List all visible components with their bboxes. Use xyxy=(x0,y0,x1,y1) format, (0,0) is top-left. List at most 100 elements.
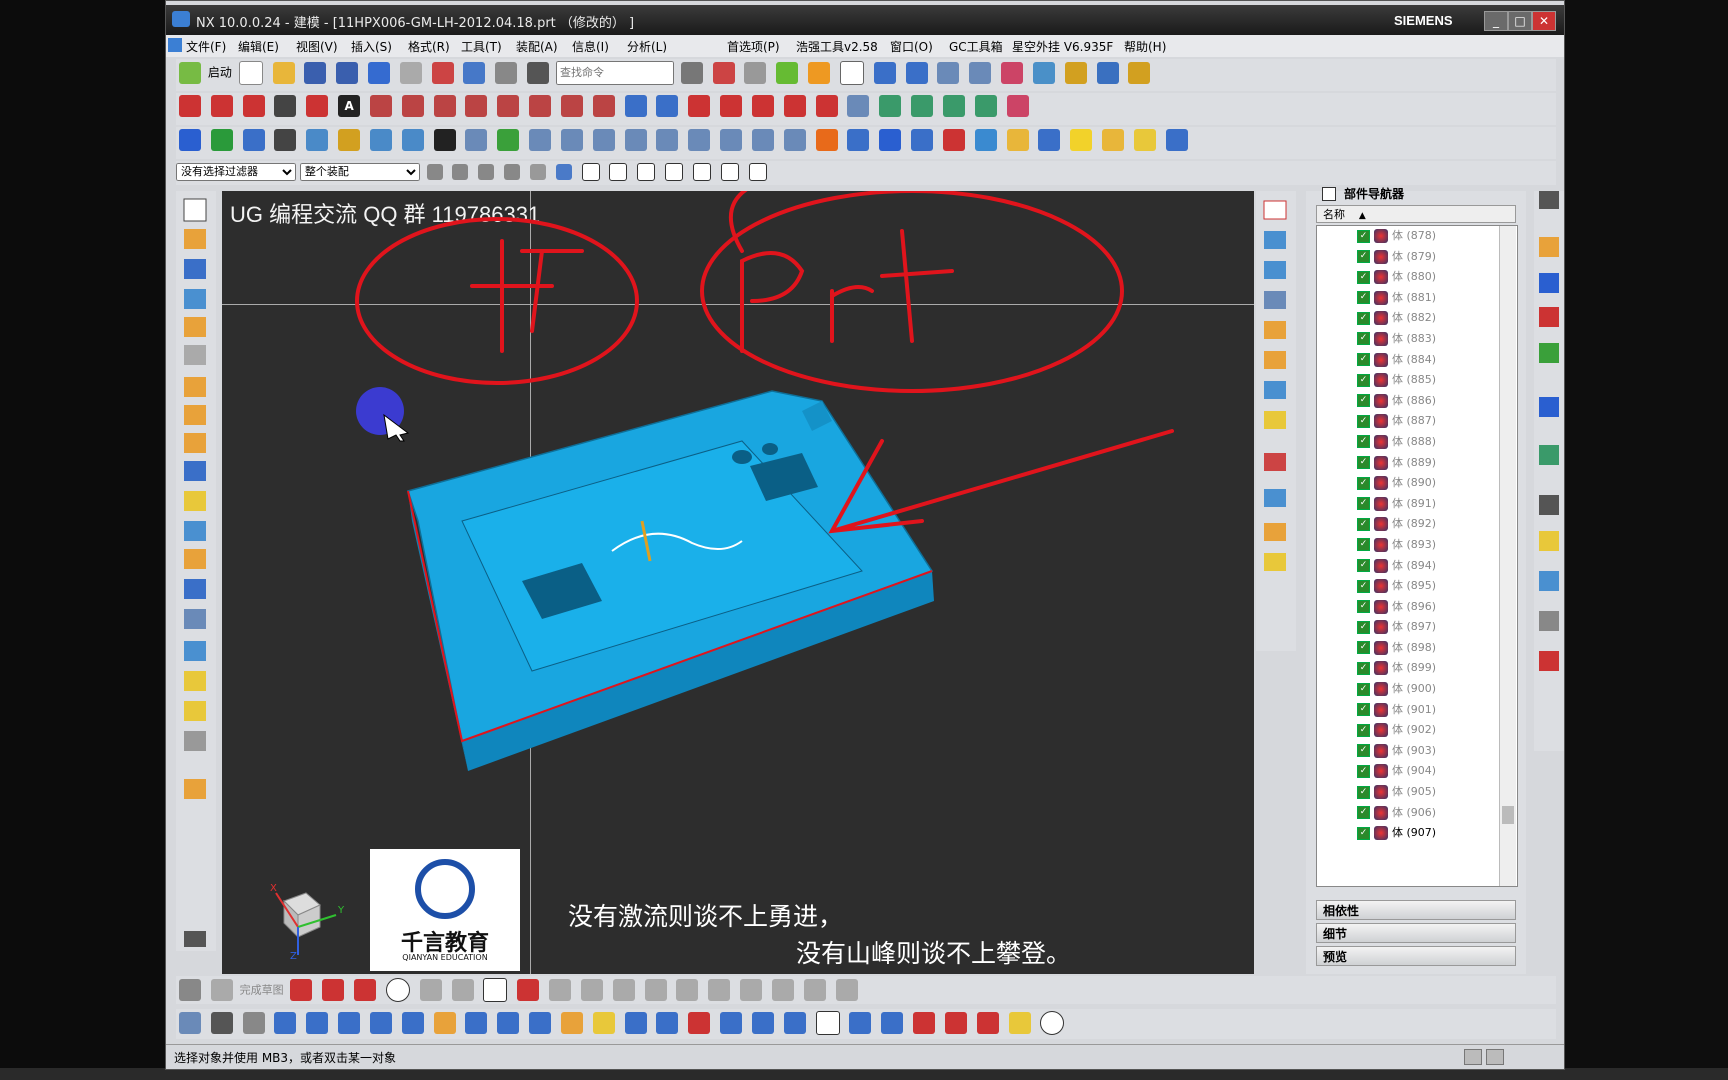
menu-plugin-tools[interactable]: 浩强工具v2.58 xyxy=(796,38,878,55)
fit-icon[interactable] xyxy=(712,62,735,84)
visibility-checkbox-icon[interactable]: ✓ xyxy=(1357,806,1370,820)
feat-r-icon[interactable] xyxy=(783,1012,806,1034)
visibility-checkbox-icon[interactable]: ✓ xyxy=(1357,291,1370,305)
tool-n-icon[interactable] xyxy=(751,129,774,151)
arrow-right-icon[interactable] xyxy=(306,1012,329,1034)
navigator-tree[interactable]: ✓ 体 (878) ✓ 体 (879) ✓ 体 (880) ✓ 体 (881) ✓ 体 (882)… xyxy=(1316,225,1518,887)
panel-dependencies[interactable]: 相依性 xyxy=(1316,900,1516,920)
tool-f-icon[interactable] xyxy=(465,129,488,151)
feat-z-icon[interactable] xyxy=(1040,1011,1065,1035)
sketch-polyline-icon[interactable] xyxy=(517,979,540,1001)
scroll-thumb[interactable] xyxy=(1502,806,1514,824)
open-icon[interactable] xyxy=(272,62,295,84)
visibility-checkbox-icon[interactable]: ✓ xyxy=(1357,414,1370,428)
screen-icon[interactable] xyxy=(1038,129,1061,151)
close-button[interactable]: ✕ xyxy=(1532,11,1556,31)
profile-icon[interactable] xyxy=(290,979,313,1001)
tool-b-icon[interactable] xyxy=(338,129,361,151)
surface5-icon[interactable] xyxy=(974,95,997,117)
section-icon[interactable] xyxy=(592,95,615,117)
navigator-row[interactable]: ✓ 体 (906) xyxy=(1317,803,1517,824)
feat-c-icon[interactable] xyxy=(242,1012,265,1034)
feat-h-icon[interactable] xyxy=(465,1012,488,1034)
feat-j-icon[interactable] xyxy=(529,1012,552,1034)
menu-gc-toolbox[interactable]: GC工具箱 xyxy=(949,38,1003,55)
extract-icon[interactable] xyxy=(529,95,552,117)
tool-p-icon[interactable] xyxy=(847,129,870,151)
divide-icon[interactable] xyxy=(720,95,743,117)
menu-tools[interactable]: 工具(T) xyxy=(461,38,502,55)
filter-a-icon[interactable] xyxy=(426,164,443,180)
navigator-pin-icon[interactable] xyxy=(1322,187,1336,201)
visibility-checkbox-icon[interactable]: ✓ xyxy=(1357,620,1370,634)
visibility-checkbox-icon[interactable]: ✓ xyxy=(1357,476,1370,490)
navigator-row[interactable]: ✓ 体 (894) xyxy=(1317,556,1517,577)
feat-a-icon[interactable] xyxy=(179,1012,201,1034)
tool-j-icon[interactable] xyxy=(624,129,647,151)
minimize-button[interactable]: _ xyxy=(1484,11,1508,31)
feat-o-icon[interactable] xyxy=(688,1012,711,1034)
feat-d-icon[interactable] xyxy=(338,1012,361,1034)
render-icon[interactable] xyxy=(744,62,767,84)
visibility-checkbox-icon[interactable]: ✓ xyxy=(1357,353,1370,367)
menu-info[interactable]: 信息(I) xyxy=(572,38,609,55)
book-icon[interactable] xyxy=(242,129,265,151)
navigator-row[interactable]: ✓ 体 (882) xyxy=(1317,308,1517,329)
feat-w-icon[interactable] xyxy=(944,1012,967,1034)
feat-k-icon[interactable] xyxy=(560,1012,583,1034)
visibility-checkbox-icon[interactable]: ✓ xyxy=(1357,456,1370,470)
search-icon[interactable] xyxy=(680,62,703,84)
navigator-row[interactable]: ✓ 体 (879) xyxy=(1317,247,1517,268)
save-icon[interactable] xyxy=(304,62,327,84)
navigator-row[interactable]: ✓ 体 (893) xyxy=(1317,535,1517,556)
feat-g-icon[interactable] xyxy=(433,1012,456,1034)
menu-format[interactable]: 格式(R) xyxy=(408,38,450,55)
chamfer-curve-icon[interactable] xyxy=(783,95,806,117)
moon-icon[interactable] xyxy=(1133,129,1156,151)
tool-o-icon[interactable] xyxy=(783,129,806,151)
tool-l-icon[interactable] xyxy=(688,129,711,151)
surface2-icon[interactable] xyxy=(879,95,902,117)
view2-icon[interactable] xyxy=(969,62,992,84)
navigator-row[interactable]: ✓ 体 (903) xyxy=(1317,741,1517,762)
start-button[interactable]: 启动 xyxy=(208,66,232,80)
visibility-checkbox-icon[interactable]: ✓ xyxy=(1357,600,1370,614)
graphics-viewport[interactable]: UG 编程交流 QQ 群 119786331 X Y Z 千言教育 QIANYA… xyxy=(222,191,1254,974)
type-filter-select[interactable]: 没有选择过滤器 xyxy=(176,163,296,181)
shading-icon[interactable] xyxy=(776,62,799,84)
column-name[interactable]: 名称 xyxy=(1323,208,1345,221)
snap-quadrant-icon[interactable] xyxy=(692,163,711,181)
visibility-checkbox-icon[interactable]: ✓ xyxy=(1357,703,1370,717)
filter-b-icon[interactable] xyxy=(452,164,469,180)
sketch-dim-icon[interactable] xyxy=(803,979,826,1001)
navigator-row[interactable]: ✓ 体 (878) xyxy=(1317,226,1517,247)
fillet-curve-icon[interactable] xyxy=(751,95,774,117)
sketch-geom-icon[interactable] xyxy=(835,979,858,1001)
feat-b-icon[interactable] xyxy=(210,1012,233,1034)
navigator-row[interactable]: ✓ 体 (898) xyxy=(1317,638,1517,659)
sketch-polygon-icon[interactable] xyxy=(549,979,572,1001)
sketch-pattern-icon[interactable] xyxy=(740,979,763,1001)
line-icon[interactable] xyxy=(179,95,201,117)
navigator-row[interactable]: ✓ 体 (891) xyxy=(1317,494,1517,515)
resource-bar-icons[interactable] xyxy=(1534,191,1564,751)
visibility-checkbox-icon[interactable]: ✓ xyxy=(1357,764,1370,778)
view-icon[interactable] xyxy=(937,62,960,84)
visibility-checkbox-icon[interactable]: ✓ xyxy=(1357,311,1370,325)
select-feature-icon[interactable] xyxy=(555,164,572,180)
navigator-row[interactable]: ✓ 体 (900) xyxy=(1317,679,1517,700)
sketch-fillet-icon[interactable] xyxy=(419,979,442,1001)
navigator-row[interactable]: ✓ 体 (905) xyxy=(1317,782,1517,803)
tool-a-icon[interactable] xyxy=(306,129,329,151)
sketch-rect-icon[interactable] xyxy=(483,978,508,1002)
sketch-arc-icon[interactable] xyxy=(354,979,377,1001)
navigator-row[interactable]: ✓ 体 (880) xyxy=(1317,267,1517,288)
tool-k-icon[interactable] xyxy=(656,129,679,151)
bridge-icon[interactable] xyxy=(465,95,488,117)
feat-l-icon[interactable] xyxy=(592,1012,615,1034)
tool-c-icon[interactable] xyxy=(369,129,392,151)
navigator-row[interactable]: ✓ 体 (896) xyxy=(1317,597,1517,618)
menu-edit[interactable]: 编辑(E) xyxy=(238,38,279,55)
visibility-checkbox-icon[interactable]: ✓ xyxy=(1357,641,1370,655)
intersect-icon[interactable] xyxy=(433,95,456,117)
